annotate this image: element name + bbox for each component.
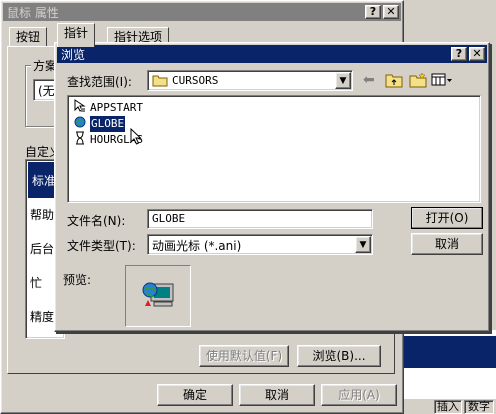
look-in-dropdown[interactable]: CURSORS ▼: [147, 70, 353, 91]
file-item-globe[interactable]: GLOBE: [74, 116, 126, 132]
status-bar: 插入 数字: [396, 398, 496, 414]
back-arrow-icon[interactable]: ⬅: [363, 73, 375, 87]
file-list[interactable]: APPSTART GLOBE HOURGLAS: [67, 95, 481, 203]
cursor-row-busy[interactable]: 忙: [30, 274, 42, 291]
file-name: APPSTART: [90, 101, 143, 114]
cursor-row-standard: 标准: [32, 174, 57, 188]
filename-value: GLOBE: [152, 212, 186, 225]
folder-icon: [152, 74, 168, 90]
tab-buttons[interactable]: 按钮: [9, 27, 48, 47]
filetype-label: 文件类型(T):: [67, 239, 136, 253]
cursor-row-precision[interactable]: 精度: [30, 308, 54, 325]
file-item-appstart[interactable]: APPSTART: [74, 99, 143, 116]
status-insert: 插入: [434, 400, 462, 414]
view-menu-icon[interactable]: [431, 73, 453, 90]
use-default-button[interactable]: 使用默认值(F): [199, 345, 289, 367]
browse-cancel-button[interactable]: 取消: [411, 233, 483, 255]
preview-box: [125, 265, 191, 327]
apply-button[interactable]: 应用(A): [321, 384, 397, 406]
mouse-properties-titlebar: 鼠标 属性 ? ✕: [3, 3, 401, 21]
chevron-down-icon[interactable]: ▼: [355, 236, 371, 253]
status-num: 数字: [464, 400, 494, 414]
cursor-row-background[interactable]: 后台: [30, 240, 54, 257]
mouse-properties-title: 鼠标 属性: [7, 6, 59, 20]
computer-globe-icon: [142, 280, 176, 315]
background-titlebar: [401, 336, 496, 368]
filetype-dropdown[interactable]: 动画光标 (*.ani) ▼: [147, 234, 373, 255]
scheme-value: (无: [38, 84, 55, 98]
browse-button[interactable]: 浏览(B)...: [297, 345, 381, 367]
cursor-row-help[interactable]: 帮助: [30, 206, 54, 223]
open-button[interactable]: 打开(O): [411, 207, 483, 229]
browse-close-button[interactable]: ✕: [469, 47, 485, 61]
preview-label: 预览:: [63, 273, 92, 287]
background-window: [396, 330, 496, 400]
ok-button[interactable]: 确定: [157, 384, 233, 406]
browse-help-button[interactable]: ?: [451, 47, 467, 61]
browse-dialog: 浏览 ? ✕ 查找范围(I): CURSORS ▼ ⬅ APPSTART GLO…: [54, 42, 490, 332]
look-in-label: 查找范围(I):: [67, 75, 132, 89]
file-name: GLOBE: [90, 116, 126, 132]
filename-label: 文件名(N):: [67, 214, 126, 228]
hourglass-icon: [74, 131, 86, 149]
chevron-down-icon[interactable]: ▼: [335, 72, 351, 89]
tab-pointers[interactable]: 指针: [57, 23, 96, 47]
help-button[interactable]: ?: [365, 5, 381, 19]
look-in-value: CURSORS: [172, 74, 219, 87]
cancel-button[interactable]: 取消: [239, 384, 315, 406]
browse-title: 浏览: [61, 48, 86, 62]
filename-input[interactable]: GLOBE: [147, 209, 373, 229]
up-folder-icon[interactable]: [385, 72, 403, 91]
mouse-pointer-icon: [130, 127, 142, 149]
filetype-value: 动画光标 (*.ani): [152, 239, 242, 253]
new-folder-icon[interactable]: [409, 72, 427, 91]
browse-titlebar: 浏览 ? ✕: [57, 45, 487, 63]
close-button[interactable]: ✕: [383, 5, 399, 19]
